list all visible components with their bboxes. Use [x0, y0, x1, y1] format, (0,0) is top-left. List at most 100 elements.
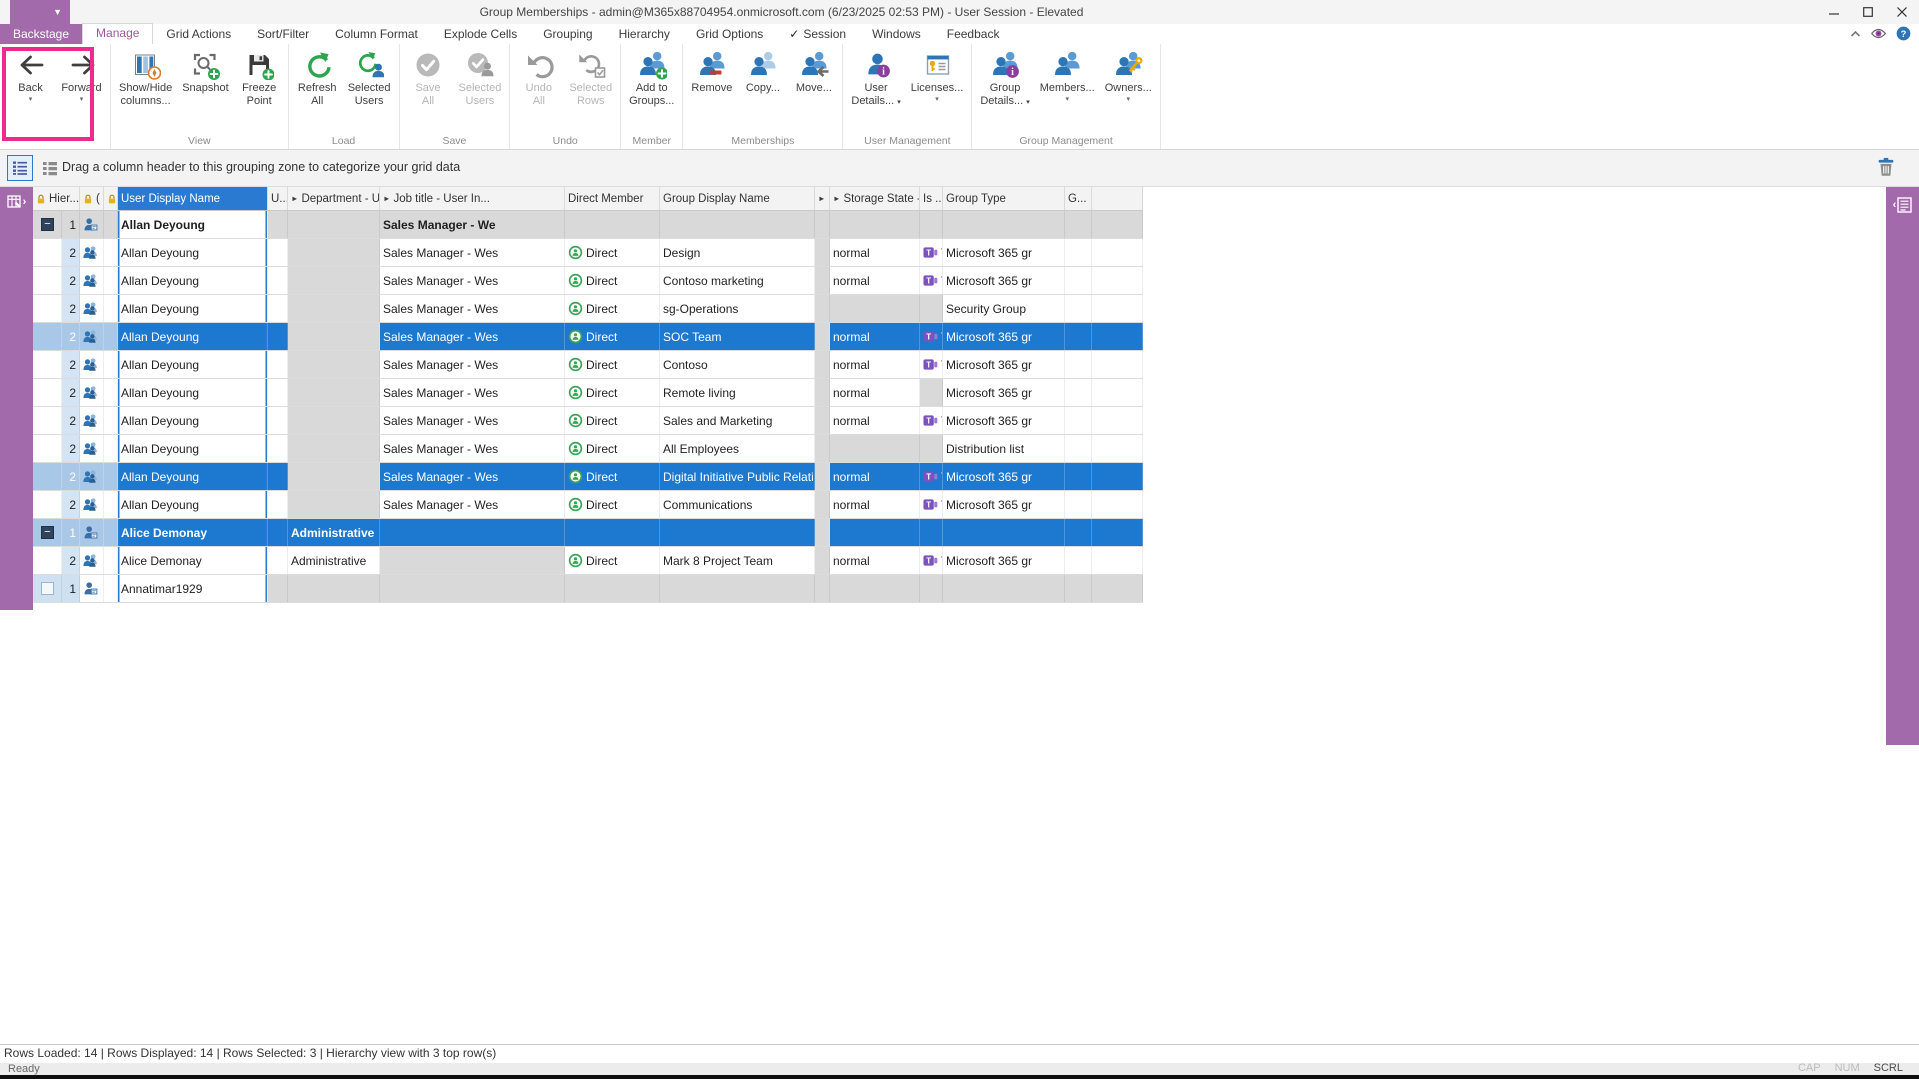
- table-row[interactable]: 2Allan DeyoungSales Manager - WesDirectA…: [33, 435, 1143, 463]
- column-header-job[interactable]: ►Job title - User In...: [380, 187, 565, 210]
- owners-button[interactable]: Owners...▾: [1100, 46, 1157, 103]
- button-label: Remove: [691, 82, 732, 95]
- table-row[interactable]: 2Allan DeyoungSales Manager - WesDirectC…: [33, 267, 1143, 295]
- user-details-button[interactable]: iUserDetails... ▾: [846, 46, 905, 109]
- copy-button[interactable]: Copy...: [737, 46, 788, 95]
- column-header-group[interactable]: Group Display Name: [660, 187, 815, 210]
- trash-icon[interactable]: [1875, 156, 1897, 180]
- tab-hierarchy[interactable]: Hierarchy: [606, 24, 683, 44]
- column-header-row: Hier...(SUser Display NameU...►Departmen…: [33, 187, 1143, 211]
- grid-edit-icon: [7, 194, 22, 209]
- maximize-button[interactable]: [1851, 0, 1885, 24]
- table-row[interactable]: 2Allan DeyoungSales Manager - WesDirectS…: [33, 323, 1143, 351]
- tab-feedback[interactable]: Feedback: [934, 24, 1013, 44]
- column-header-name[interactable]: User Display Name: [118, 187, 268, 210]
- undo-selected-rows-button[interactable]: SelectedRows: [564, 46, 617, 107]
- svg-text:T: T: [926, 276, 931, 285]
- licenses-button[interactable]: Licenses...▾: [906, 46, 969, 103]
- column-header-hier[interactable]: Hier...: [33, 187, 80, 210]
- svg-text:T: T: [926, 332, 931, 341]
- group-display-name: Design: [663, 246, 700, 260]
- direct-member: Direct: [586, 330, 617, 344]
- svg-text:T: T: [926, 416, 931, 425]
- flat-view-toggle[interactable]: [37, 155, 63, 181]
- row-checkbox[interactable]: [41, 582, 54, 595]
- table-row[interactable]: 1Annatimar1929: [33, 575, 1143, 603]
- table-row[interactable]: 2Allan DeyoungSales Manager - WesDirectD…: [33, 463, 1143, 491]
- table-row[interactable]: −1Allan DeyoungSales Manager - We: [33, 211, 1143, 239]
- hierarchy-view-toggle[interactable]: [7, 155, 33, 181]
- collapse-ribbon-chevron-icon[interactable]: [1850, 30, 1861, 38]
- collapse-toggle[interactable]: −: [41, 526, 54, 539]
- column-header-is[interactable]: Is ...: [920, 187, 943, 210]
- load-selected-users-button[interactable]: SelectedUsers: [343, 46, 396, 107]
- tab-session[interactable]: ✓Session: [776, 24, 859, 44]
- column-header-filler[interactable]: [1092, 187, 1143, 210]
- add-to-groups-button[interactable]: Add toGroups...: [624, 46, 679, 107]
- direct-member-icon: [568, 469, 583, 484]
- column-header-u[interactable]: U...: [268, 187, 288, 210]
- column-header-s[interactable]: S: [104, 187, 118, 210]
- table-row[interactable]: 2Allan DeyoungSales Manager - WesDirectS…: [33, 407, 1143, 435]
- right-panel-tab[interactable]: ‹: [1886, 187, 1919, 745]
- show-hide-columns-button[interactable]: Show/Hidecolumns...: [114, 46, 177, 107]
- grouping-zone[interactable]: Drag a column header to this grouping zo…: [0, 150, 1919, 187]
- group-icon: [83, 329, 98, 344]
- table-row[interactable]: 2Alice DemonayAdministrativeDirectMark 8…: [33, 547, 1143, 575]
- remove-button[interactable]: Remove: [686, 46, 737, 95]
- column-header-dept[interactable]: ►Department - Us...: [288, 187, 380, 210]
- minimize-button[interactable]: [1817, 0, 1851, 24]
- back-button[interactable]: Back▾: [5, 46, 56, 103]
- column-header-narrow[interactable]: ►...: [815, 187, 830, 210]
- tab-grid-actions[interactable]: Grid Actions: [153, 24, 244, 44]
- table-row[interactable]: 2Allan DeyoungSales Manager - WesDirectR…: [33, 379, 1143, 407]
- tab-column-format[interactable]: Column Format: [322, 24, 431, 44]
- collapse-toggle[interactable]: −: [41, 218, 54, 231]
- snapshot-icon: [190, 50, 220, 80]
- direct-member: Direct: [586, 246, 617, 260]
- hierarchy-level: 2: [69, 302, 76, 316]
- refresh-all-button[interactable]: RefreshAll: [292, 46, 343, 107]
- close-button[interactable]: [1885, 0, 1919, 24]
- forward-button[interactable]: Forward▾: [56, 46, 107, 103]
- data-grid: Hier...(SUser Display NameU...►Departmen…: [33, 187, 1143, 603]
- table-row[interactable]: 2Allan DeyoungSales Manager - WesDirectD…: [33, 239, 1143, 267]
- table-row[interactable]: 2Allan DeyoungSales Manager - WesDirectC…: [33, 351, 1143, 379]
- storage-state: normal: [833, 414, 870, 428]
- tab-grid-options[interactable]: Grid Options: [683, 24, 776, 44]
- job-title: Sales Manager - Wes: [383, 470, 498, 484]
- department: Administrative: [291, 554, 366, 568]
- save-all-button[interactable]: SaveAll: [403, 46, 454, 107]
- column-header-direct[interactable]: Direct Member: [565, 187, 660, 210]
- session-eye-icon[interactable]: [1870, 27, 1887, 40]
- tab-windows[interactable]: Windows: [859, 24, 934, 44]
- job-title: Sales Manager - Wes: [383, 274, 498, 288]
- tab-explode-cells[interactable]: Explode Cells: [431, 24, 530, 44]
- help-icon[interactable]: ?: [1896, 26, 1911, 41]
- ribbon-group-label: Group Management: [972, 135, 1159, 147]
- snapshot-button[interactable]: Snapshot: [177, 46, 233, 95]
- group-details-button[interactable]: iGroupDetails... ▾: [975, 46, 1034, 109]
- button-label: SaveAll: [415, 82, 440, 107]
- tab-backstage[interactable]: Backstage: [0, 24, 82, 44]
- left-panel-tab[interactable]: ›: [0, 187, 33, 610]
- column-header-g[interactable]: G...: [1065, 187, 1092, 210]
- column-header-label: U...: [271, 193, 288, 205]
- table-row[interactable]: −1Alice DemonayAdministrative: [33, 519, 1143, 547]
- column-header-storage[interactable]: ►Storage State - D...: [830, 187, 920, 210]
- save-selected-users-button[interactable]: SelectedUsers: [454, 46, 507, 107]
- hierarchy-level: 1: [69, 218, 76, 232]
- column-header-type[interactable]: Group Type: [943, 187, 1065, 210]
- button-label: RefreshAll: [298, 82, 337, 107]
- tab-grouping[interactable]: Grouping: [530, 24, 605, 44]
- tab-sort-filter[interactable]: Sort/Filter: [244, 24, 322, 44]
- undo-all-button[interactable]: UndoAll: [513, 46, 564, 107]
- move-button[interactable]: Move...: [788, 46, 839, 95]
- hierarchy-level: 1: [69, 582, 76, 596]
- freeze-point-button[interactable]: FreezePoint: [234, 46, 285, 107]
- column-header-icon[interactable]: (: [80, 187, 104, 210]
- table-row[interactable]: 2Allan DeyoungSales Manager - WesDirects…: [33, 295, 1143, 323]
- table-row[interactable]: 2Allan DeyoungSales Manager - WesDirectC…: [33, 491, 1143, 519]
- members-button[interactable]: Members...▾: [1035, 46, 1100, 103]
- tab-manage[interactable]: Manage: [82, 23, 153, 44]
